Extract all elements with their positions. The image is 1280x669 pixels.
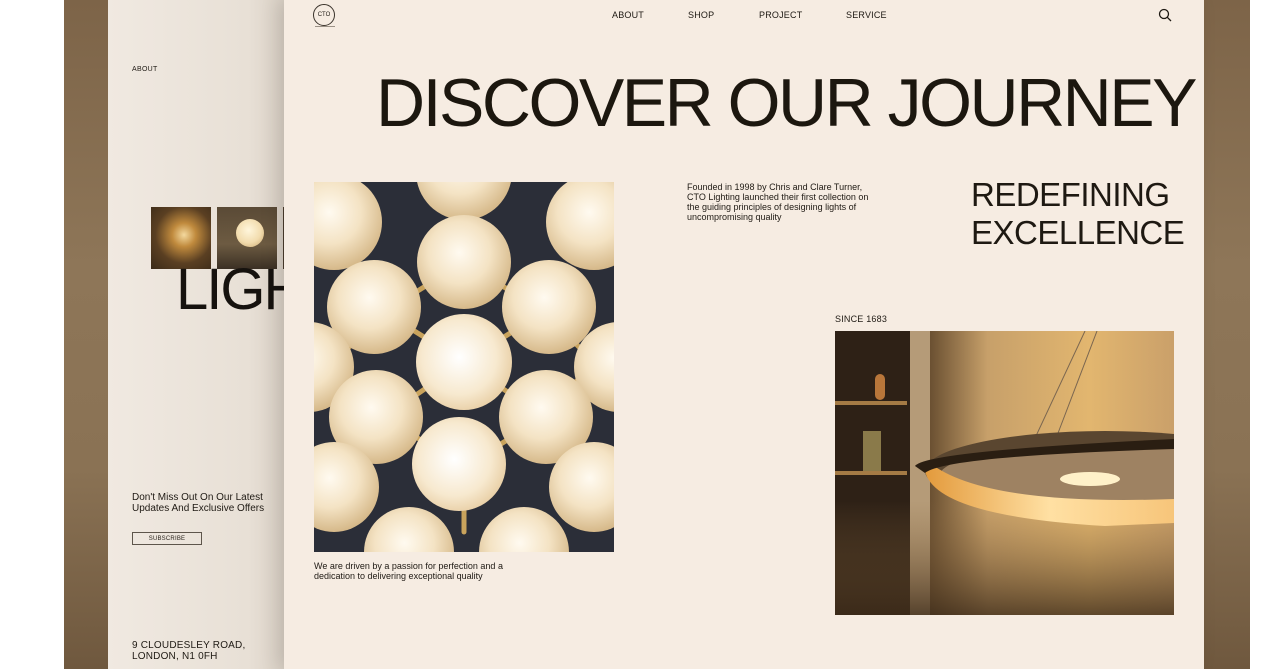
newsletter-text: Don't Miss Out On Our Latest Updates And… (132, 492, 265, 514)
search-icon[interactable] (1158, 8, 1172, 22)
subscribe-button[interactable]: SUBSCRIBE (132, 532, 202, 545)
logo-underline (315, 26, 335, 27)
since-label: SINCE 1683 (835, 314, 888, 324)
pendant-orbs-photo (314, 182, 614, 552)
address-line-1: 9 CLOUDESLEY ROAD, (132, 640, 246, 651)
ring-chandelier-photo (835, 331, 1174, 615)
redefining-line-1: REDEFINING (971, 176, 1170, 213)
nav-project[interactable]: PROJECT (759, 10, 802, 20)
ring-illustration (835, 331, 1174, 615)
orbs-illustration (314, 182, 614, 552)
caption-passion: We are driven by a passion for perfectio… (314, 561, 503, 581)
main-page: CTO ABOUT SHOP PROJECT SERVICE DISCOVER … (284, 0, 1204, 669)
nav-about[interactable]: ABOUT (612, 10, 644, 20)
redefining-heading: REDEFINING EXCELLENCE (971, 176, 1185, 252)
nav-service[interactable]: SERVICE (846, 10, 887, 20)
address-line-2: LONDON, N1 0FH (132, 651, 218, 662)
address: 9 CLOUDESLEY ROAD, LONDON, N1 0FH (132, 640, 245, 662)
page-headline: DISCOVER OUR JOURNEY (376, 65, 1198, 141)
nav-shop[interactable]: SHOP (688, 10, 714, 20)
top-nav: ABOUT SHOP PROJECT SERVICE (284, 10, 1204, 24)
back-about-label: ABOUT (132, 66, 158, 73)
founded-text: Founded in 1998 by Chris and Clare Turne… (687, 182, 869, 222)
redefining-line-2: EXCELLENCE (971, 214, 1185, 251)
back-page: ABOUT LIGH Don't Miss Out On Our Latest … (108, 0, 308, 669)
